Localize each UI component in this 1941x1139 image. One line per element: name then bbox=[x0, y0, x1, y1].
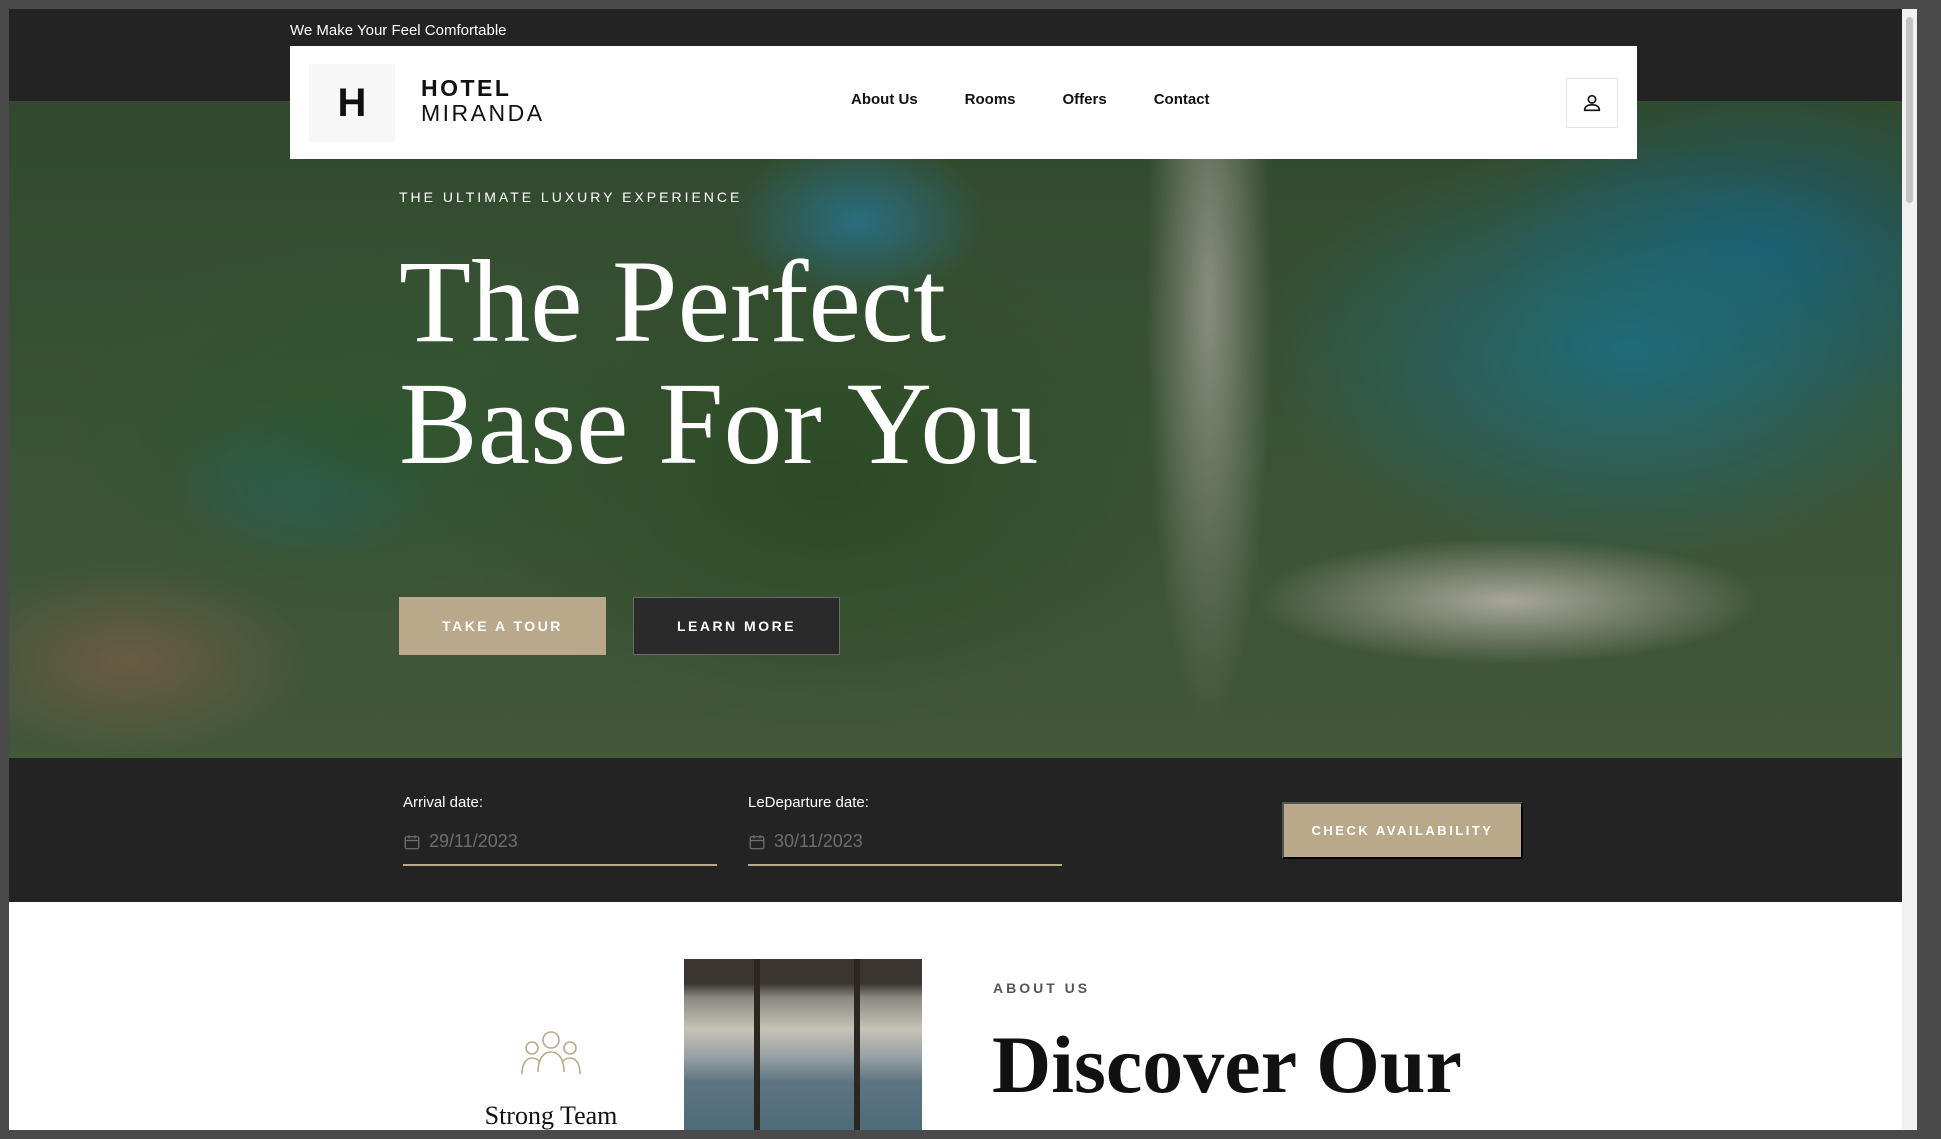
logo-mark[interactable]: H bbox=[309, 64, 395, 142]
vertical-scrollbar[interactable] bbox=[1902, 9, 1917, 1130]
arrival-date-value: 29/11/2023 bbox=[429, 831, 518, 851]
hotel-room-photo bbox=[684, 959, 922, 1130]
user-account-button[interactable] bbox=[1566, 78, 1618, 128]
take-a-tour-button[interactable]: TAKE A TOUR bbox=[399, 597, 606, 655]
hero-eyebrow: THE ULTIMATE LUXURY EXPERIENCE bbox=[399, 189, 743, 205]
about-eyebrow: ABOUT US bbox=[993, 980, 1091, 996]
arrival-date-input[interactable]: 29/11/2023 bbox=[403, 831, 717, 866]
strong-team-label: Strong Team bbox=[484, 1101, 618, 1130]
departure-field: LeDeparture date: 30/11/2023 bbox=[748, 794, 1062, 866]
user-icon bbox=[1583, 94, 1601, 112]
scrollbar-thumb[interactable] bbox=[1906, 17, 1913, 203]
departure-label: LeDeparture date: bbox=[748, 794, 869, 811]
hero-title-line1: The Perfect bbox=[399, 236, 947, 367]
arrival-field: Arrival date: 29/11/2023 bbox=[403, 794, 717, 866]
calendar-icon bbox=[749, 834, 765, 849]
learn-more-button[interactable]: LEARN MORE bbox=[633, 597, 840, 655]
logo-text[interactable]: HOTEL MIRANDA bbox=[421, 76, 545, 126]
main-nav: About Us Rooms Offers Contact bbox=[851, 91, 1210, 108]
topbar-tagline: We Make Your Feel Comfortable bbox=[290, 22, 507, 39]
nav-contact[interactable]: Contact bbox=[1154, 91, 1210, 108]
logo-line-miranda: MIRANDA bbox=[421, 100, 545, 126]
calendar-icon bbox=[404, 834, 420, 849]
window-frame bbox=[854, 959, 860, 1130]
departure-date-input[interactable]: 30/11/2023 bbox=[748, 831, 1062, 866]
nav-offers[interactable]: Offers bbox=[1063, 91, 1107, 108]
check-availability-button[interactable]: CHECK AVAILABILITY bbox=[1282, 802, 1523, 859]
arrival-label: Arrival date: bbox=[403, 794, 484, 811]
browser-viewport: We Make Your Feel Comfortable H HOTEL MI… bbox=[9, 9, 1917, 1130]
navbar: H HOTEL MIRANDA About Us Rooms Offers Co… bbox=[290, 46, 1637, 159]
nav-rooms[interactable]: Rooms bbox=[965, 91, 1016, 108]
about-section: Strong Team ABOUT US Discover Our bbox=[9, 902, 1917, 1130]
about-title: Discover Our bbox=[992, 1019, 1462, 1110]
strong-team-feature: Strong Team bbox=[461, 1028, 641, 1130]
hero-content: THE ULTIMATE LUXURY EXPERIENCE The Perfe… bbox=[399, 189, 1038, 655]
team-icon bbox=[521, 1031, 581, 1075]
nav-about-us[interactable]: About Us bbox=[851, 91, 918, 108]
logo-line-hotel: HOTEL bbox=[421, 75, 512, 101]
hero-buttons: TAKE A TOUR LEARN MORE bbox=[399, 597, 840, 655]
hero-title: The Perfect Base For You bbox=[399, 241, 1038, 485]
booking-bar: Arrival date: 29/11/2023 LeDeparture dat… bbox=[9, 758, 1917, 902]
departure-date-value: 30/11/2023 bbox=[774, 831, 863, 851]
window-frame bbox=[754, 959, 760, 1130]
hero-title-line2: Base For You bbox=[399, 358, 1039, 489]
